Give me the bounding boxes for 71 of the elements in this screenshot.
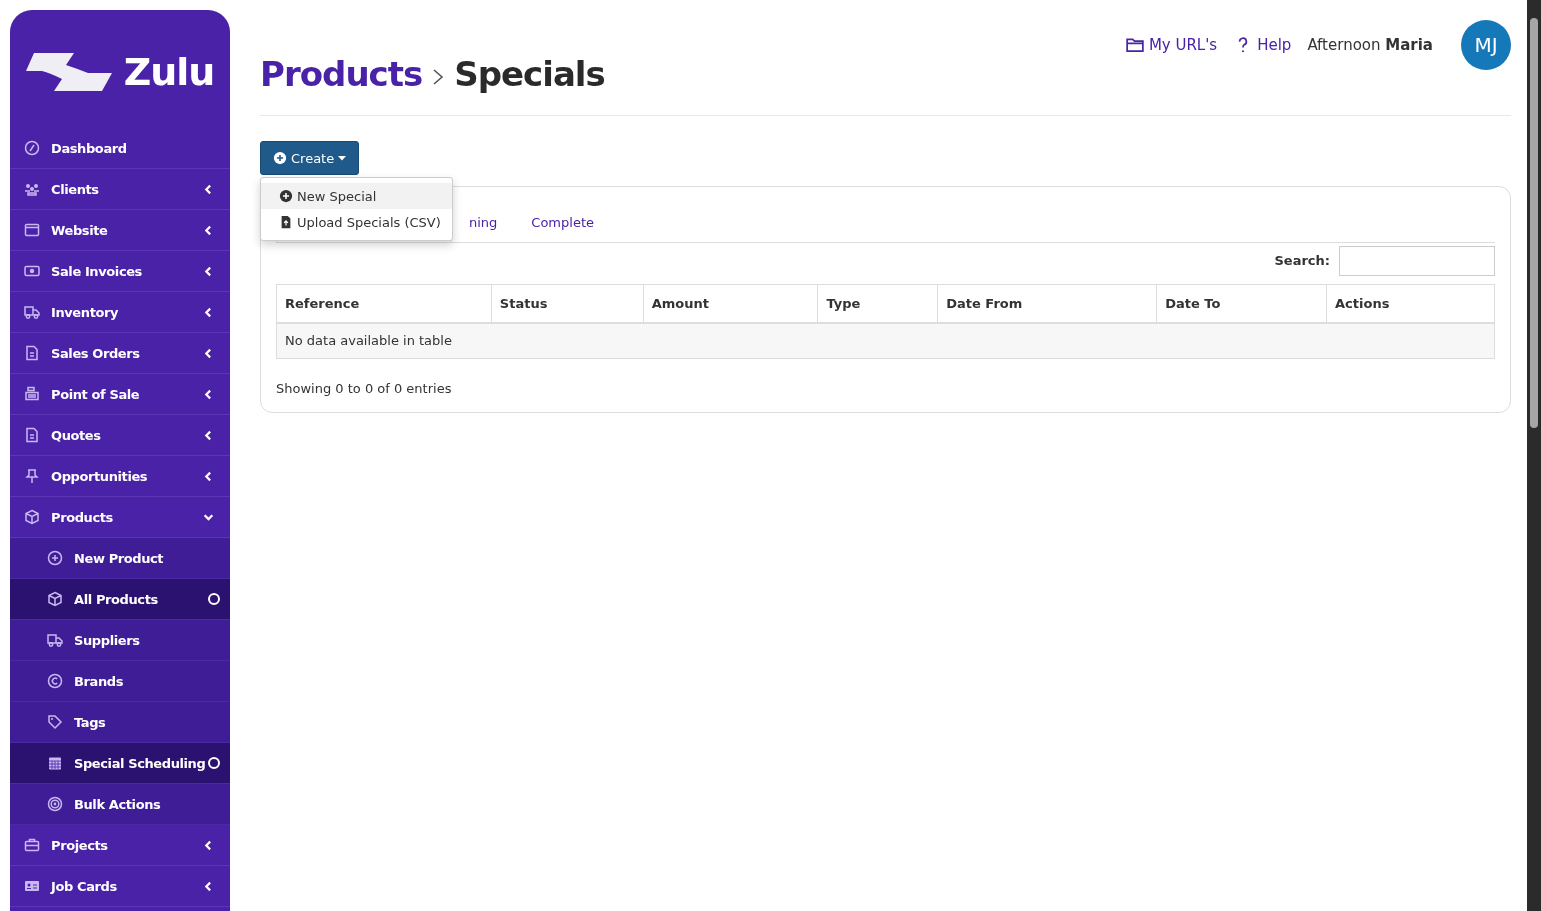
truck-icon <box>24 304 40 320</box>
id-card-icon <box>24 878 40 894</box>
plus-circle-icon <box>273 151 287 165</box>
plus-circle-icon <box>47 550 63 566</box>
people-icon <box>24 181 40 197</box>
pushpin-icon <box>24 468 40 484</box>
tab[interactable]: Complete <box>514 205 611 242</box>
table-info: Showing 0 to 0 of 0 entries <box>276 381 453 396</box>
plus-circle-icon <box>279 189 293 203</box>
sidebar-item[interactable]: Opportunities <box>10 456 230 497</box>
sidebar-item[interactable]: Sales Orders <box>10 333 230 374</box>
sidebar-subitem[interactable]: Tags <box>10 702 230 743</box>
calendar-icon <box>47 755 63 771</box>
circle-icon <box>208 757 220 769</box>
sidebar-subitem[interactable]: Bulk Actions <box>10 784 230 825</box>
header-link[interactable]: My URL's <box>1124 36 1218 54</box>
file-upload-icon <box>279 215 293 229</box>
caret-icon <box>338 155 347 161</box>
column-header[interactable]: Status <box>491 284 644 323</box>
logo-text: Zulu <box>123 50 215 94</box>
column-header[interactable]: Type <box>817 284 938 323</box>
sidebar-item[interactable]: Job Cards <box>10 866 230 907</box>
folder-icon <box>1124 36 1145 54</box>
scrollbar-thumb[interactable] <box>1530 18 1538 428</box>
menu-item[interactable]: New Special <box>261 183 452 209</box>
header-link[interactable]: Help <box>1233 36 1292 54</box>
sidebar-subitem[interactable]: Brands <box>10 661 230 702</box>
page-title: Specials <box>454 54 605 94</box>
sidebar-item[interactable]: Inventory <box>10 292 230 333</box>
logo-icon <box>25 51 114 93</box>
column-header[interactable]: Amount <box>643 284 818 323</box>
cube-icon <box>24 509 40 525</box>
target-icon <box>47 796 63 812</box>
greeting-text: Afternoon Maria <box>1307 36 1433 54</box>
sidebar-item[interactable]: Dashboard <box>10 128 230 169</box>
breadcrumb-link[interactable]: Products <box>260 54 423 94</box>
search-label: Search: <box>1274 253 1330 268</box>
sidebar-item[interactable]: Projects <box>10 825 230 866</box>
banknote-icon <box>24 263 40 279</box>
sidebar-item[interactable]: Sale Invoices <box>10 251 230 292</box>
column-header[interactable]: Actions <box>1326 284 1495 323</box>
tag-icon <box>47 714 63 730</box>
create-button[interactable]: Create <box>260 141 360 175</box>
window-icon <box>24 222 40 238</box>
scrollbar[interactable] <box>1527 0 1541 911</box>
sidebar-item[interactable]: Website <box>10 210 230 251</box>
sidebar-item[interactable]: Clients <box>10 169 230 210</box>
sidebar-item[interactable]: Point of Sale <box>10 374 230 415</box>
cube-icon <box>47 591 63 607</box>
column-header[interactable]: Date From <box>937 284 1157 323</box>
column-header[interactable]: Date To <box>1156 284 1327 323</box>
sidebar-item[interactable]: Quotes <box>10 415 230 456</box>
chevron-icon <box>432 68 445 86</box>
document-icon <box>24 345 40 361</box>
document-icon <box>24 427 40 443</box>
menu-item[interactable]: Upload Specials (CSV) <box>261 209 452 235</box>
search-field[interactable] <box>1339 245 1495 276</box>
truck-icon <box>47 632 63 648</box>
sidebar-subitem[interactable]: All Products <box>10 579 230 620</box>
sidebar-subitem[interactable]: New Product <box>10 538 230 579</box>
briefcase-icon <box>24 837 40 853</box>
cash-register-icon <box>24 386 40 402</box>
copyright-icon <box>47 673 63 689</box>
avatar[interactable]: MJ <box>1461 20 1511 70</box>
column-header[interactable]: Reference <box>276 284 492 323</box>
tab[interactable]: ning <box>452 205 515 242</box>
empty-table-message: No data available in table <box>276 322 1495 359</box>
gauge-icon <box>24 140 40 156</box>
sidebar-subitem[interactable]: Suppliers <box>10 620 230 661</box>
sidebar-subitem[interactable]: Special Scheduling <box>10 743 230 784</box>
circle-icon <box>208 593 220 605</box>
